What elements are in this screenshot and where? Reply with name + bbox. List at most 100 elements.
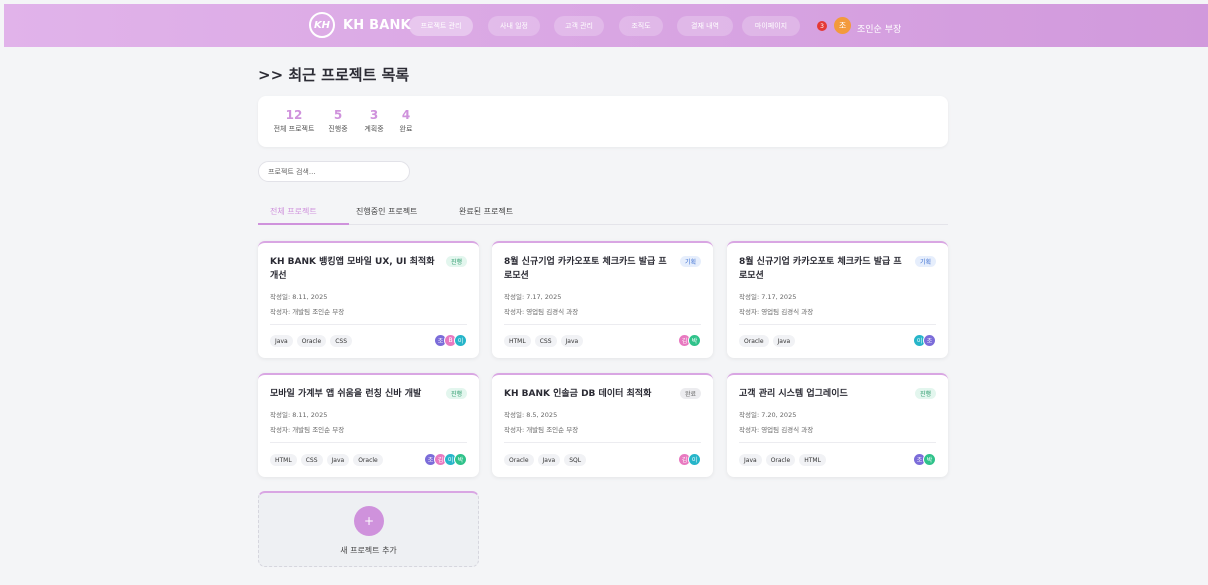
project-search-input[interactable]	[258, 161, 410, 182]
tech-tag: Java	[772, 335, 796, 347]
project-date: 작성일: 7.17, 2025	[739, 293, 797, 301]
add-project-label: 새 프로젝트 추가	[340, 546, 397, 555]
stat-in-progress: 5 진행중	[325, 108, 351, 134]
project-author: 작성자: 개발팀 조인순 부장	[504, 426, 579, 434]
nav-project-management[interactable]: 프로젝트 관리	[409, 16, 473, 36]
status-badge: 진행	[445, 388, 467, 399]
stat-completed: 4 완료	[396, 108, 416, 134]
tech-tags: Oracle Java SQL	[504, 454, 587, 466]
tech-tag: Java	[739, 454, 762, 466]
nav-customer-management[interactable]: 고객 관리	[554, 16, 604, 36]
project-card[interactable]: 8월 신규기업 카카오포토 체크카드 발급 프로모션 기획 작성일: 7.17,…	[727, 241, 948, 358]
project-title[interactable]: 8월 신규기업 카카오포토 체크카드 발급 프로모션	[504, 255, 672, 283]
stat-total-value: 12	[285, 108, 303, 122]
project-filter-tabs: 전체 프로젝트 진행중인 프로젝트 완료된 프로젝트	[258, 200, 948, 225]
project-title[interactable]: 모바일 가계부 앱 쉬움을 런칭 신바 개발	[270, 387, 438, 401]
card-divider	[270, 442, 467, 443]
project-date: 작성일: 8.11, 2025	[270, 293, 328, 301]
tech-tag: CSS	[330, 335, 353, 347]
tech-tags: Oracle Java	[739, 335, 796, 347]
card-divider	[270, 324, 467, 325]
tech-tags: HTML CSS Java	[504, 335, 584, 347]
project-card[interactable]: 고객 관리 시스템 업그레이드 진행 작성일: 7.20, 2025 작성자: …	[727, 373, 948, 477]
member-avatar[interactable]: 이	[688, 453, 701, 466]
tech-tag: HTML	[504, 335, 531, 347]
member-avatars: 김 이	[678, 453, 701, 466]
status-badge: 기획	[679, 256, 701, 267]
project-card[interactable]: 모바일 가계부 앱 쉬움을 런칭 신바 개발 진행 작성일: 8.11, 202…	[258, 373, 479, 477]
card-divider	[504, 324, 701, 325]
project-author: 작성자: 영업팀 김경식 과장	[739, 426, 814, 434]
tech-tag: Java	[537, 454, 561, 466]
project-author: 작성자: 개발팀 조인순 부장	[270, 426, 345, 434]
member-avatar[interactable]: 이	[454, 334, 467, 347]
tech-tag: Java	[270, 335, 293, 347]
stat-planned: 3 계획중	[361, 108, 387, 134]
user-avatar[interactable]: 조	[834, 17, 851, 34]
project-title[interactable]: KH BANK 인솔금 DB 데이터 최적화	[504, 387, 672, 401]
notification-badge[interactable]: 3	[817, 21, 827, 31]
status-badge: 진행	[445, 256, 467, 267]
kh-logo-icon: KH	[309, 12, 335, 38]
tech-tag: Oracle	[504, 454, 534, 466]
nav-company-schedule[interactable]: 사내 일정	[488, 16, 540, 36]
card-divider	[739, 324, 936, 325]
brand-logo[interactable]: KH KH BANK	[309, 12, 411, 38]
member-avatars: 조 김 이 박	[424, 453, 467, 466]
project-card[interactable]: KH BANK 인솔금 DB 데이터 최적화 완료 작성일: 8.5, 2025…	[492, 373, 713, 477]
tech-tag: CSS	[300, 454, 323, 466]
tech-tag: Java	[560, 335, 584, 347]
project-date: 작성일: 7.17, 2025	[504, 293, 562, 301]
tab-in-progress-projects[interactable]: 진행중인 프로젝트	[356, 206, 417, 217]
project-title[interactable]: 8월 신규기업 카카오포토 체크카드 발급 프로모션	[739, 255, 907, 283]
nav-approval-history[interactable]: 결재 내역	[677, 16, 733, 36]
add-project-card[interactable]: + 새 프로젝트 추가	[258, 491, 479, 567]
member-avatars: 조 B 이	[434, 334, 467, 347]
plus-icon[interactable]: +	[354, 506, 384, 536]
brand-name: KH BANK	[343, 17, 411, 33]
project-title[interactable]: 고객 관리 시스템 업그레이드	[739, 387, 907, 401]
project-author: 작성자: 영업팀 김경식 과장	[739, 308, 814, 316]
tech-tag: CSS	[534, 335, 557, 347]
member-avatars: 조 박	[913, 453, 936, 466]
tech-tag: Oracle	[739, 335, 769, 347]
stat-in-progress-value: 5	[333, 108, 343, 122]
project-author: 작성자: 영업팀 김경식 과장	[504, 308, 579, 316]
tech-tag: Oracle	[353, 454, 383, 466]
project-author: 작성자: 개발팀 조인순 부장	[270, 308, 345, 316]
project-date: 작성일: 8.11, 2025	[270, 411, 328, 419]
project-title[interactable]: KH BANK 뱅킹앱 모바일 UX, UI 최적화 개선	[270, 255, 438, 283]
card-divider	[739, 442, 936, 443]
top-navigation-bar: KH KH BANK 프로젝트 관리 사내 일정 고객 관리 조직도 결재 내역…	[4, 4, 1208, 47]
member-avatar[interactable]: 박	[454, 453, 467, 466]
status-badge: 기획	[914, 256, 936, 267]
stat-completed-value: 4	[401, 108, 411, 122]
stat-in-progress-label: 진행중	[328, 125, 348, 133]
project-card[interactable]: KH BANK 뱅킹앱 모바일 UX, UI 최적화 개선 진행 작성일: 8.…	[258, 241, 479, 358]
nav-my-page[interactable]: 마이페이지	[742, 16, 800, 36]
page-title: >> 최근 프로젝트 목록	[258, 66, 410, 84]
stat-planned-label: 계획중	[364, 125, 384, 133]
project-card[interactable]: 8월 신규기업 카카오포토 체크카드 발급 프로모션 기획 작성일: 7.17,…	[492, 241, 713, 358]
stat-total-label: 전체 프로젝트	[273, 125, 315, 133]
member-avatar[interactable]: 조	[923, 334, 936, 347]
tech-tag: HTML	[799, 454, 826, 466]
project-stats-panel: 12 전체 프로젝트 5 진행중 3 계획중 4 완료	[258, 96, 948, 147]
stat-completed-label: 완료	[399, 125, 413, 133]
member-avatar[interactable]: 박	[923, 453, 936, 466]
status-badge: 진행	[914, 388, 936, 399]
member-avatar[interactable]: 박	[688, 334, 701, 347]
tab-completed-projects[interactable]: 완료된 프로젝트	[459, 206, 513, 217]
tech-tags: Java Oracle CSS	[270, 335, 353, 347]
tech-tags: HTML CSS Java Oracle	[270, 454, 383, 466]
tech-tags: Java Oracle HTML	[739, 454, 826, 466]
active-tab-indicator	[258, 223, 349, 225]
member-avatars: 이 조	[913, 334, 936, 347]
tab-all-projects[interactable]: 전체 프로젝트	[270, 206, 317, 217]
nav-org-chart[interactable]: 조직도	[619, 16, 663, 36]
user-name[interactable]: 조인순 부장	[857, 22, 901, 35]
tech-tag: HTML	[270, 454, 297, 466]
project-date: 작성일: 8.5, 2025	[504, 411, 558, 419]
tech-tag: Java	[326, 454, 350, 466]
card-divider	[504, 442, 701, 443]
